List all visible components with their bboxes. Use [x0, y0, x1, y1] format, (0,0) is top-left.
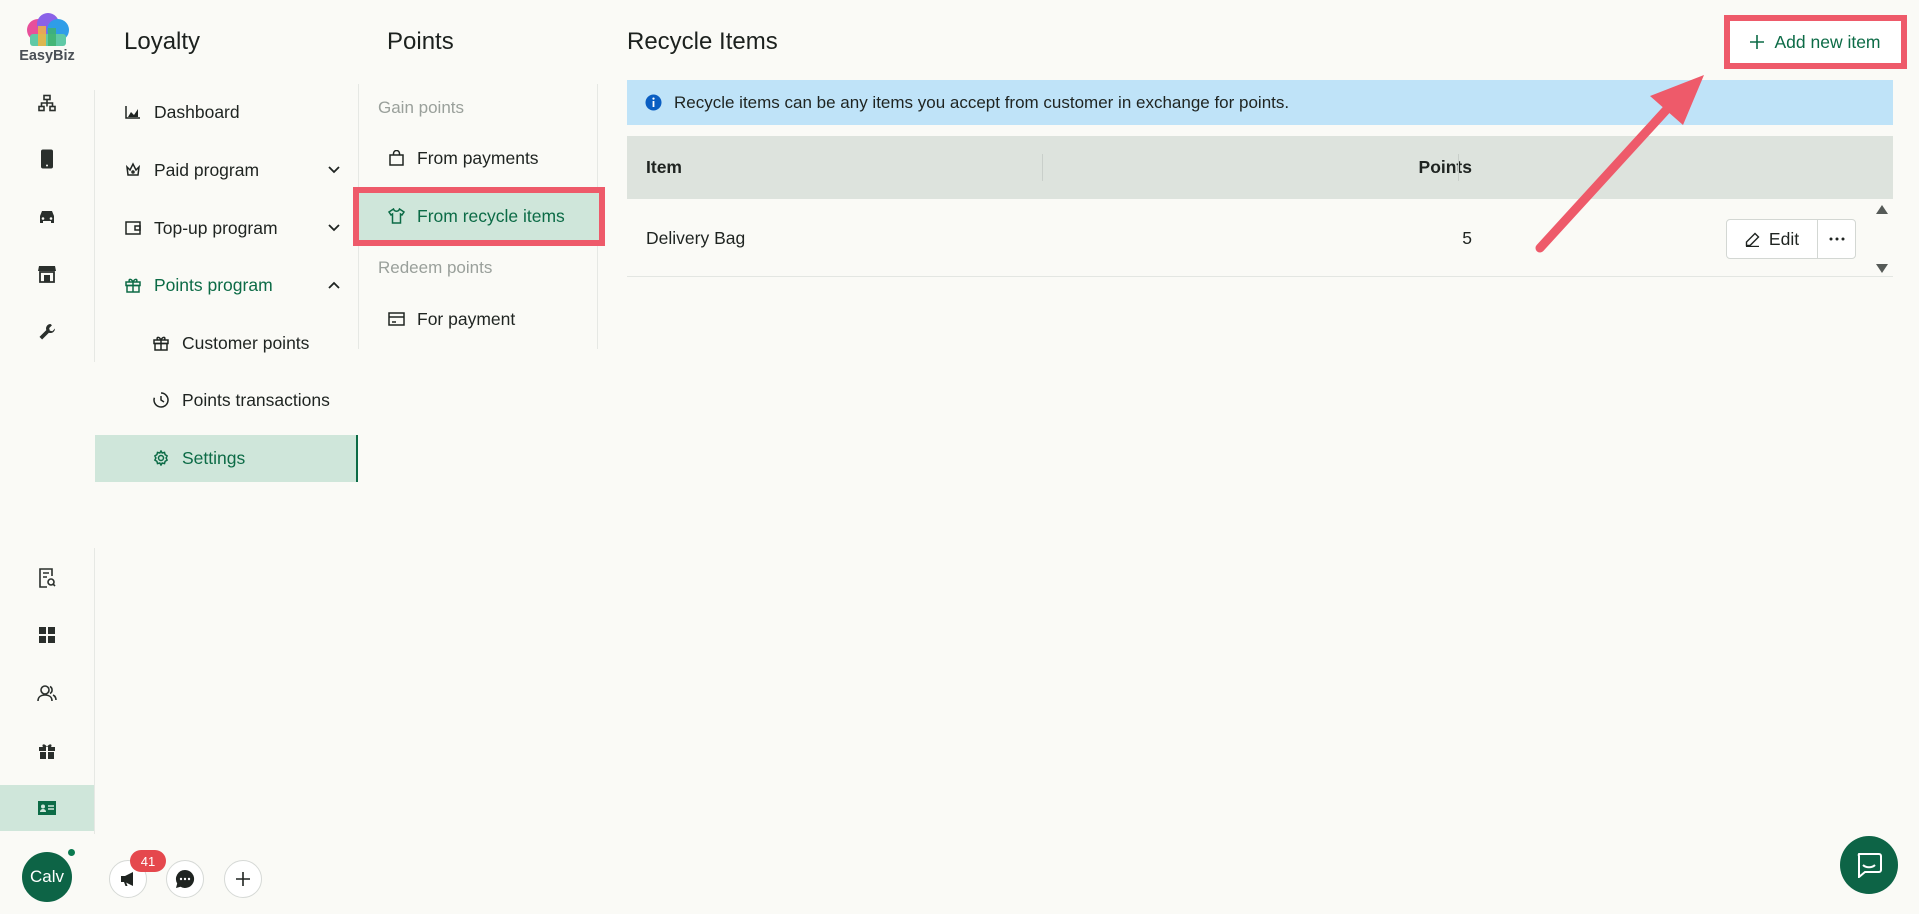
nav-top-up-program-label: Top-up program: [154, 217, 278, 238]
scroll-down-arrow[interactable]: [1876, 264, 1888, 273]
nav-paid-program-label: Paid program: [154, 159, 260, 180]
column-header-points[interactable]: Points: [1392, 157, 1472, 178]
id-card-icon[interactable]: [0, 785, 94, 831]
gain-points-label: Gain points: [378, 98, 464, 117]
crown-icon: [124, 161, 142, 179]
scroll-up-arrow[interactable]: [1876, 205, 1888, 214]
nav-customer-points[interactable]: Customer points: [152, 319, 342, 367]
chat-icon: [1855, 852, 1883, 878]
brand-name: EasyBiz: [19, 48, 75, 64]
page-title: Recycle Items: [627, 28, 778, 55]
grid-icon[interactable]: [0, 612, 94, 658]
credit-card-icon: [387, 310, 405, 328]
nav-dashboard[interactable]: Dashboard: [124, 88, 340, 136]
sitemap-icon[interactable]: [0, 80, 94, 126]
notification-badge: 41: [130, 850, 166, 872]
more-actions-button[interactable]: [1818, 220, 1855, 258]
gift-icon: [152, 334, 170, 352]
table-row: Delivery Bag 5: [627, 199, 1893, 277]
redeem-points-label: Redeem points: [378, 258, 493, 277]
support-chat-button[interactable]: [1840, 836, 1898, 894]
points-from-payments-label: From payments: [417, 147, 539, 168]
edit-button[interactable]: Edit: [1727, 220, 1818, 258]
history-icon: [152, 391, 170, 409]
info-banner: Recycle items can be any items you accep…: [627, 80, 1893, 125]
plus-icon: [1750, 35, 1765, 49]
nav-points-transactions-label: Points transactions: [182, 389, 330, 410]
nav-settings[interactable]: Settings: [152, 434, 342, 482]
mobile-icon[interactable]: [0, 136, 94, 182]
brand-logo[interactable]: EasyBiz: [18, 12, 76, 64]
info-icon: [645, 94, 662, 111]
nav-points-program[interactable]: Points program: [124, 261, 340, 309]
nav-settings-label: Settings: [182, 447, 246, 468]
pencil-icon: [1745, 232, 1760, 247]
brand-logo-icon: [18, 12, 76, 46]
wrench-icon[interactable]: [0, 309, 94, 355]
wallet-icon: [124, 219, 142, 237]
shirt-icon: [387, 207, 405, 225]
loyalty-divider-left-bottom: [94, 548, 95, 834]
plus-icon: [235, 871, 251, 887]
nav-points-program-label: Points program: [154, 274, 273, 295]
online-status-dot: [67, 848, 76, 857]
loyalty-title: Loyalty: [124, 28, 201, 55]
add-button[interactable]: [224, 860, 262, 898]
report-search-icon[interactable]: [0, 555, 94, 601]
gift-icon: [124, 276, 142, 294]
nav-dashboard-label: Dashboard: [154, 101, 240, 122]
chevron-up-icon: [328, 281, 340, 289]
chart-area-icon: [124, 103, 142, 121]
add-new-item-button[interactable]: Add new item: [1736, 26, 1895, 58]
nav-top-up-program[interactable]: Top-up program: [124, 204, 340, 252]
more-horizontal-icon: [1829, 237, 1845, 241]
column-separator: [1458, 154, 1459, 181]
table-header: Item Points: [627, 136, 1893, 199]
icon-rail: EasyBiz Calv: [0, 0, 94, 914]
points-from-recycle-items-label: From recycle items: [417, 205, 565, 226]
points-for-payment-label: For payment: [417, 308, 516, 329]
megaphone-icon: [119, 871, 137, 887]
column-separator: [1042, 154, 1043, 181]
car-icon[interactable]: [0, 194, 94, 240]
loyalty-divider-left: [94, 90, 95, 362]
users-icon[interactable]: [0, 670, 94, 716]
store-icon[interactable]: [0, 251, 94, 297]
nav-customer-points-label: Customer points: [182, 332, 310, 353]
edit-button-label: Edit: [1768, 228, 1800, 249]
points-title: Points: [387, 28, 454, 55]
cell-points: 5: [1462, 228, 1472, 248]
info-banner-text: Recycle items can be any items you accep…: [674, 92, 1290, 112]
points-from-recycle-items[interactable]: From recycle items: [387, 197, 565, 235]
chat-bubble-icon: [175, 869, 195, 889]
points-for-payment[interactable]: For payment: [387, 300, 515, 338]
chevron-down-icon: [328, 224, 340, 232]
gift-icon[interactable]: [0, 728, 94, 774]
user-avatar[interactable]: Calv: [22, 852, 72, 902]
nav-paid-program[interactable]: Paid program: [124, 146, 340, 194]
chevron-down-icon: [328, 166, 340, 174]
chat-button[interactable]: [166, 860, 204, 898]
cell-item: Delivery Bag: [646, 228, 746, 248]
add-new-item-label: Add new item: [1774, 31, 1881, 52]
row-actions: Edit: [1726, 219, 1856, 259]
shopping-bag-icon: [387, 149, 405, 167]
column-header-item[interactable]: Item: [646, 157, 682, 178]
nav-points-transactions[interactable]: Points transactions: [152, 376, 342, 424]
points-from-payments[interactable]: From payments: [387, 139, 539, 177]
gear-icon: [152, 449, 170, 467]
